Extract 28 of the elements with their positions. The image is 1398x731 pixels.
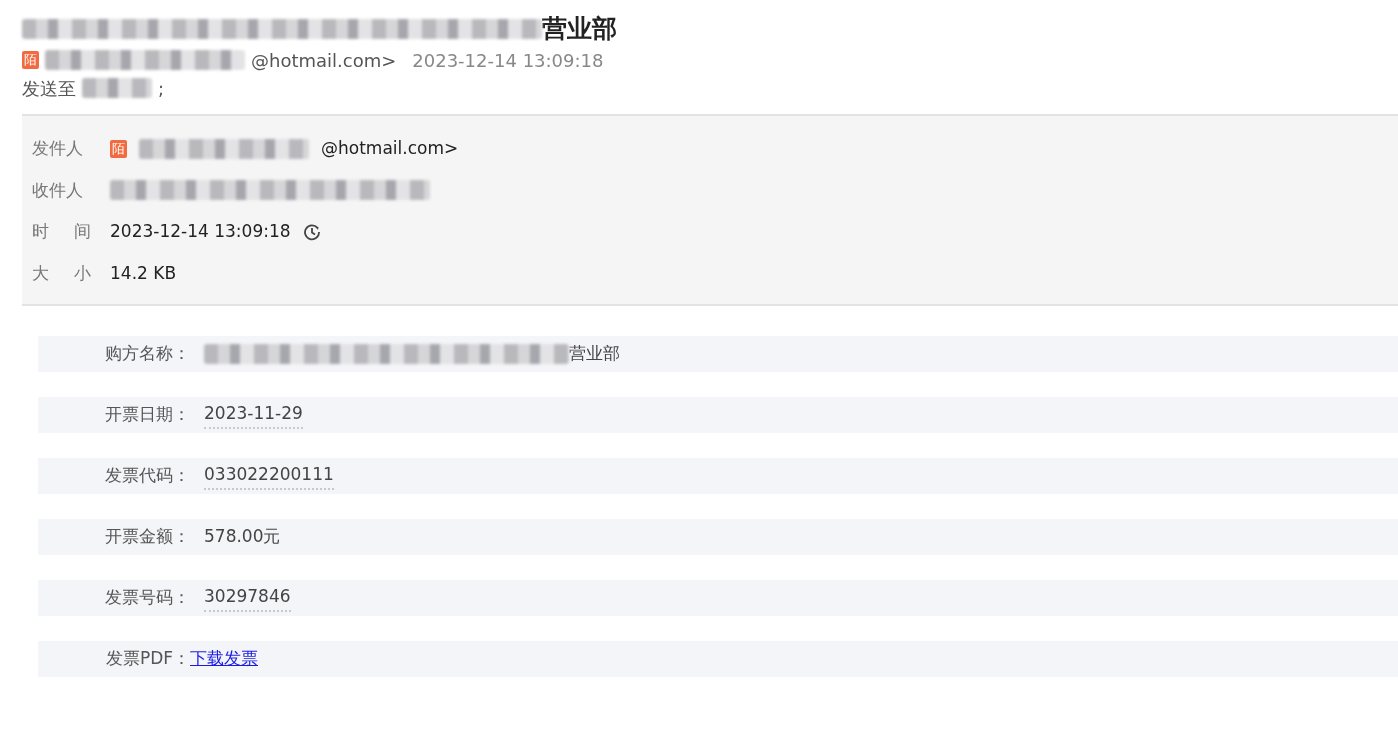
field-label: 收件人 — [32, 178, 84, 202]
field-label: 发票号码： — [104, 586, 190, 610]
field-label: 发票PDF： — [104, 647, 190, 671]
field-value: 14.2 KB — [110, 261, 177, 285]
redaction-blur — [82, 78, 152, 98]
field-value: 2023-11-29 — [204, 401, 303, 429]
sender-address: @hotmail.com> — [321, 137, 459, 160]
sender-address: @hotmail.com> — [251, 48, 397, 73]
field-label: 开票金额： — [104, 525, 190, 549]
clock-icon — [302, 222, 321, 241]
separator: ; — [158, 76, 165, 101]
field-label: 大 小 — [32, 261, 93, 285]
download-link[interactable]: 下载发票 — [190, 646, 258, 672]
field-value: 营业部 — [569, 342, 620, 366]
field-label: 时 间 — [32, 220, 93, 243]
field-label: 发件人 — [32, 137, 84, 160]
field-value: 033022200111 — [204, 462, 334, 490]
recipients-label: 发送至 — [22, 76, 76, 101]
stranger-tag: 陌 — [110, 139, 127, 158]
field-value: 2023-12-14 13:09:18 — [110, 220, 291, 243]
stranger-tag: 陌 — [22, 51, 39, 69]
field-value: 30297846 — [204, 584, 291, 612]
field-label: 发票代码： — [104, 464, 190, 488]
field-value: 578.00元 — [204, 525, 281, 549]
field-label: 开票日期： — [104, 403, 190, 427]
field-label: 购方名称： — [104, 342, 190, 366]
email-subject: 营业部 — [542, 13, 617, 45]
sent-time: 2023-12-14 13:09:18 — [412, 48, 604, 73]
